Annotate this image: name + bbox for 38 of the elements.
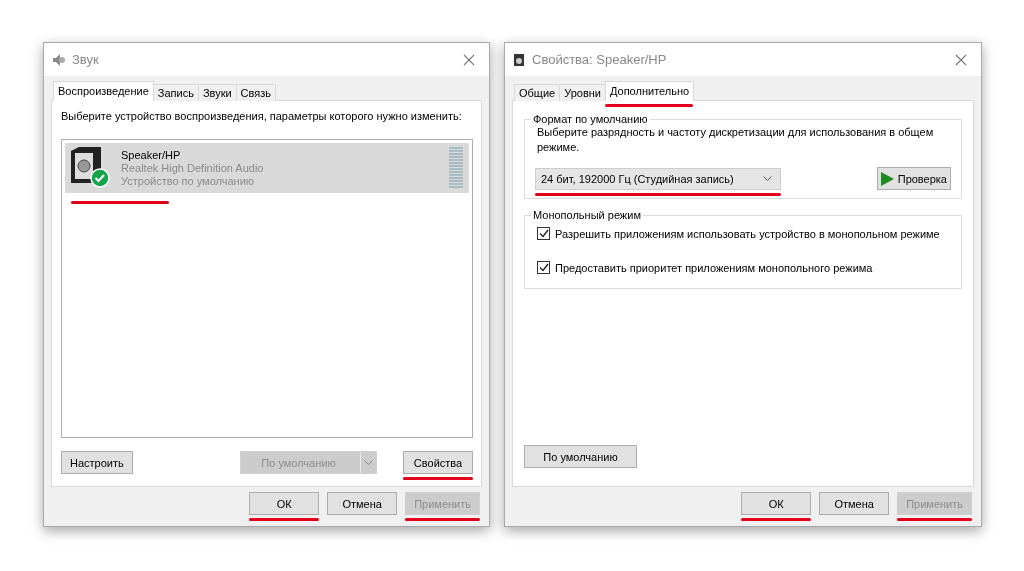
dialog-button[interactable]: Отмена xyxy=(327,492,398,515)
tab[interactable]: Связь xyxy=(235,84,276,101)
close-icon[interactable] xyxy=(955,53,967,66)
device-name: Speaker/HP xyxy=(121,149,182,161)
panel-button[interactable]: Настроить xyxy=(61,451,133,474)
window-title: Звук xyxy=(72,52,100,67)
instruction-text: Выберите устройство воспроизведения, параметры которого нужно изменить: xyxy=(61,110,463,122)
dialog-button[interactable]: ОК xyxy=(249,492,320,515)
format-dropdown[interactable]: 24 бит, 192000 Гц (Студийная запись) xyxy=(535,167,781,190)
tab[interactable]: Запись xyxy=(152,84,199,101)
tab[interactable]: Воспроизведение xyxy=(53,81,154,101)
tab[interactable]: Дополнительно xyxy=(604,81,695,101)
device-status: Устройство по умолчанию xyxy=(121,175,256,187)
device-driver: Realtek High Definition Audio xyxy=(121,162,265,174)
test-button[interactable]: Проверка xyxy=(876,167,951,190)
tab[interactable]: Звуки xyxy=(197,84,237,101)
dialog-button[interactable]: ОК xyxy=(741,492,812,515)
device-item[interactable]: Speaker/HP Realtek High Definition Audio Устройство по умолчанию xyxy=(65,143,469,193)
dialog-button[interactable]: Отмена xyxy=(819,492,890,515)
tab[interactable]: Общие xyxy=(514,84,561,101)
caret-icon xyxy=(763,176,772,181)
speaker-icon xyxy=(52,52,66,67)
checkbox-label: Предоставить приоритет приложениям монопольного режима xyxy=(555,261,873,274)
group-title: Монопольный режим xyxy=(532,209,642,221)
play-icon xyxy=(880,171,894,186)
close-icon[interactable] xyxy=(463,53,475,66)
checkbox[interactable] xyxy=(537,261,550,274)
speaker-icon xyxy=(513,52,526,67)
restore-default-button[interactable]: По умолчанию xyxy=(524,445,637,468)
tab[interactable]: Уровни xyxy=(559,84,606,101)
window-title: Свойства: Speaker/HP xyxy=(532,52,668,67)
panel-button[interactable]: Свойства xyxy=(403,451,473,474)
level-meter-icon xyxy=(449,147,463,189)
description-text: Выберите разрядность и частоту дискретизации для использования в общем режиме. xyxy=(537,125,935,155)
group-title: Формат по умолчанию xyxy=(532,113,649,125)
checkbox-label: Разрешить приложениям использовать устройство в монопольном режиме xyxy=(555,227,940,240)
caret-icon xyxy=(364,460,373,465)
checkbox[interactable] xyxy=(537,227,550,240)
